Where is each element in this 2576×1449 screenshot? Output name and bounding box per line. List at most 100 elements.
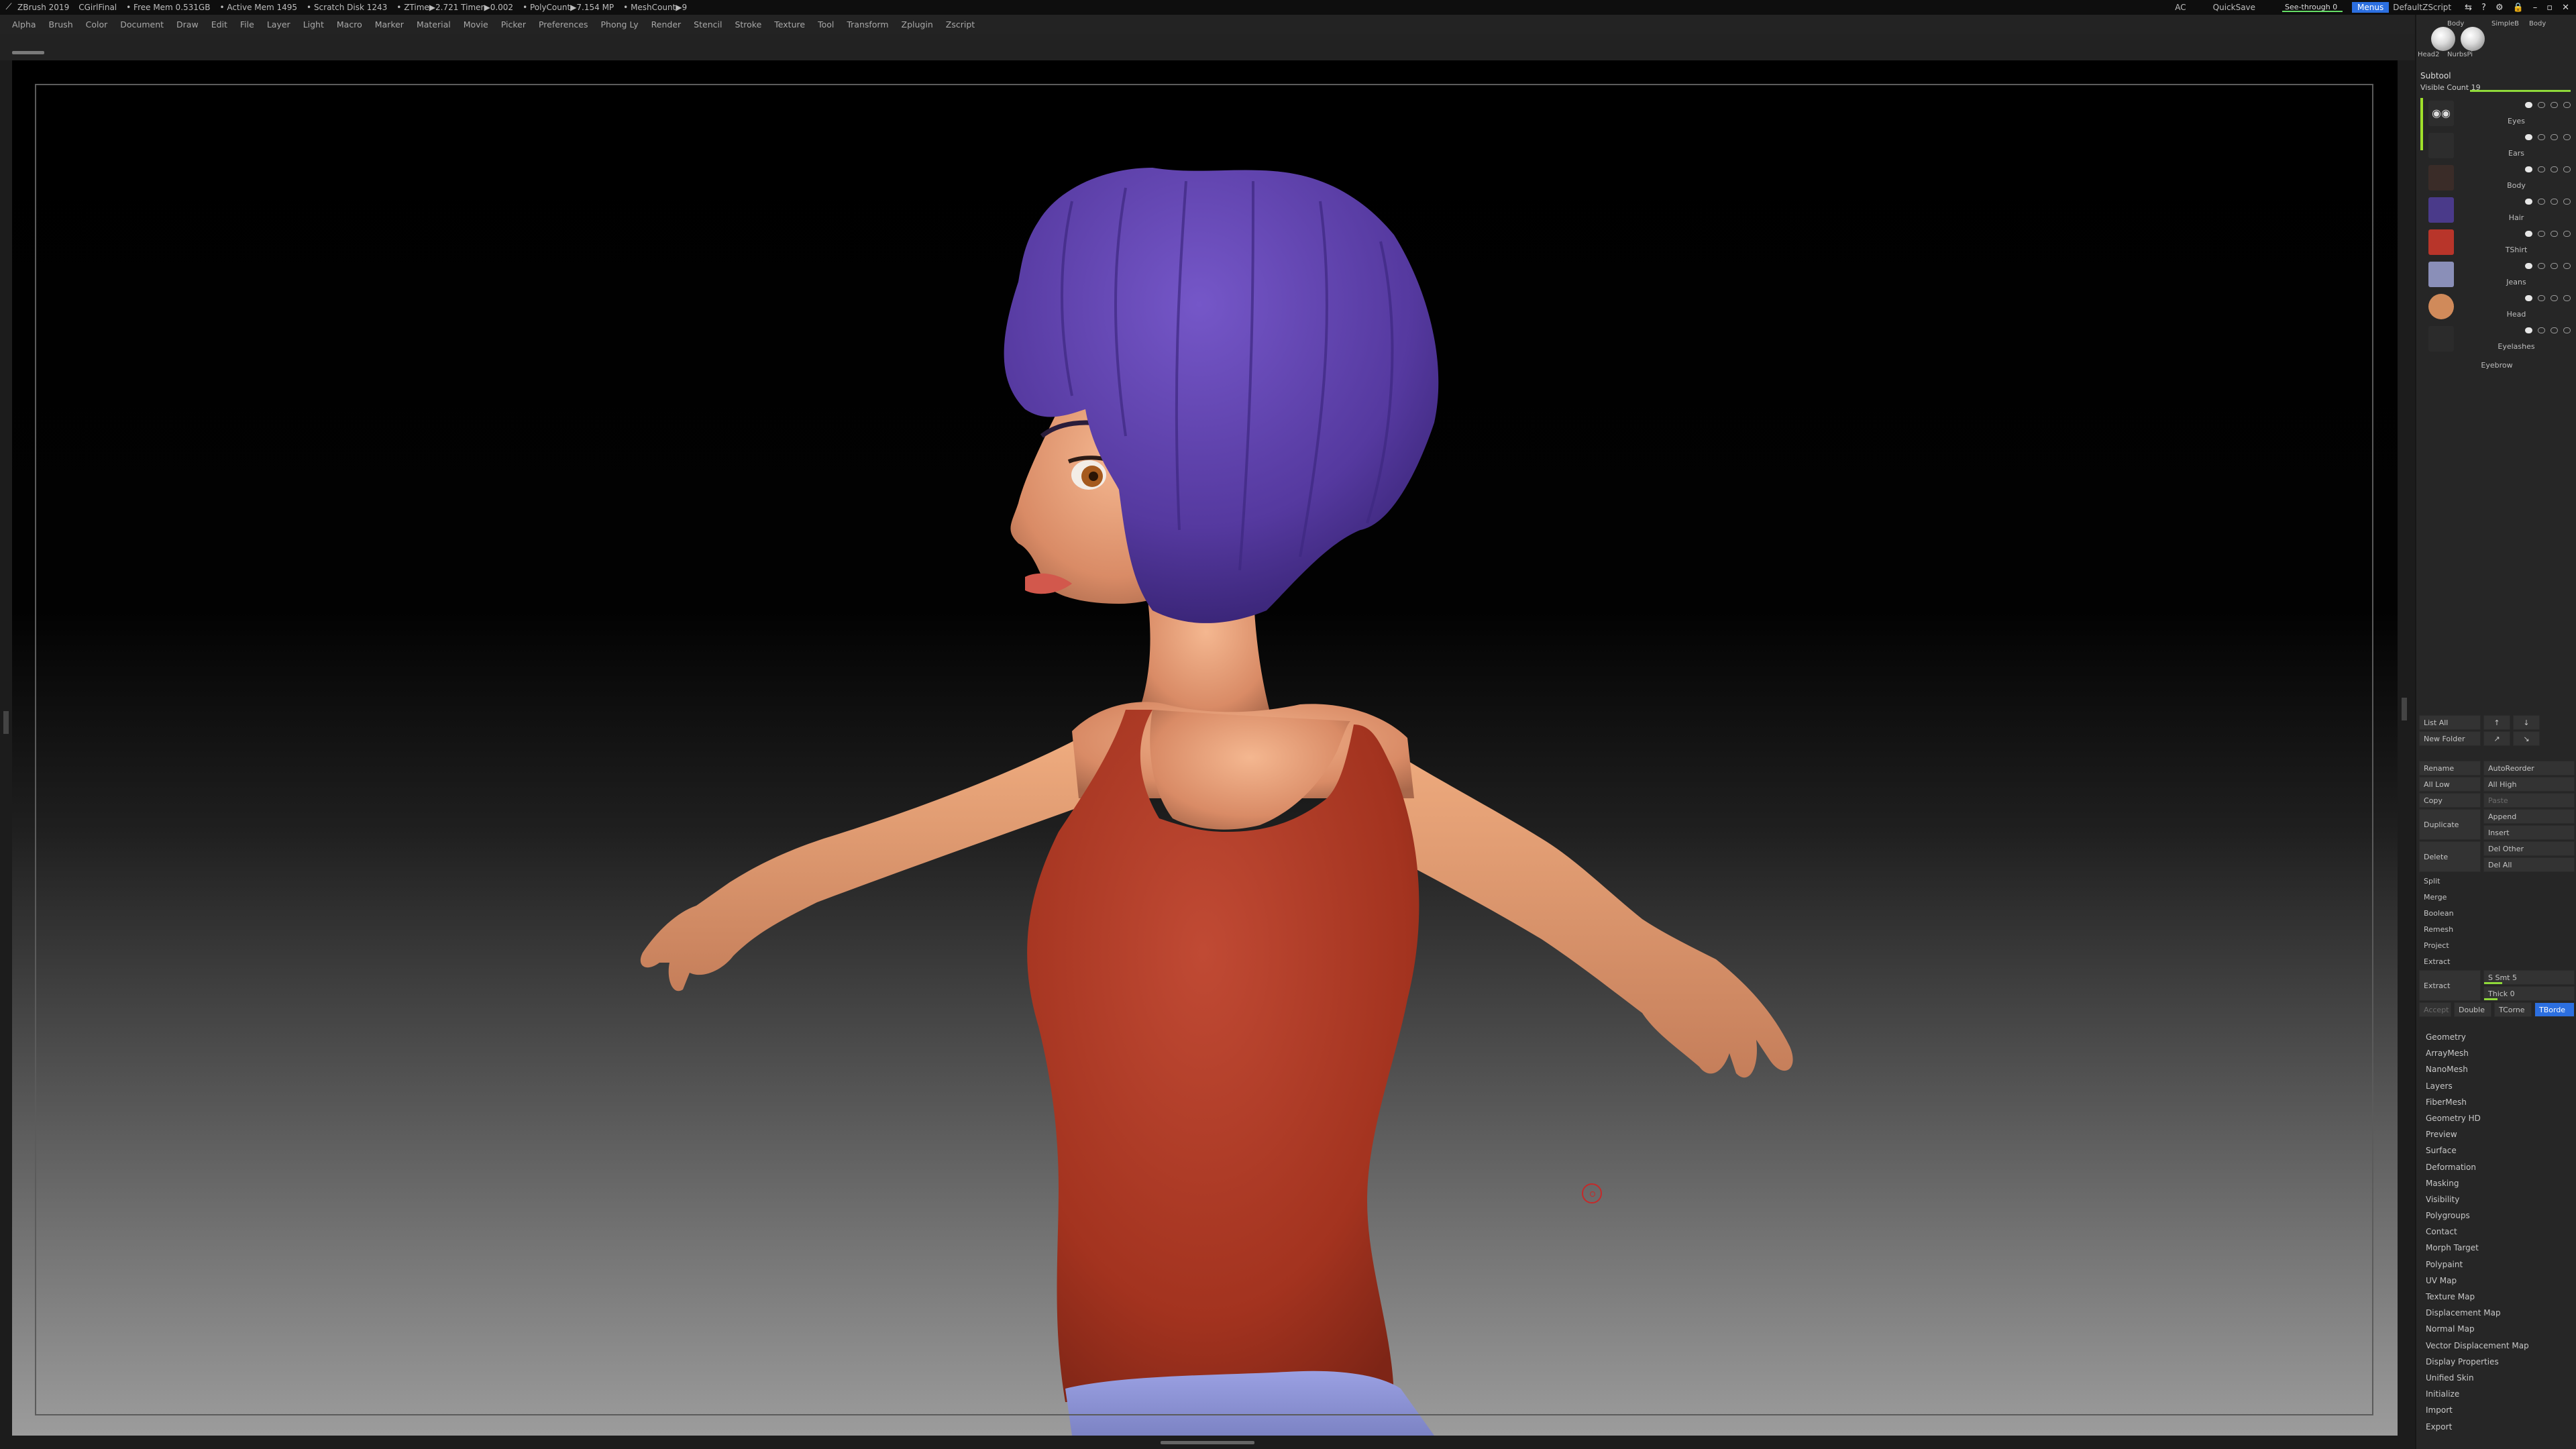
subpalette-uv-map[interactable]: UV Map xyxy=(2423,1273,2571,1289)
settings-icon[interactable]: ⚙ xyxy=(2496,3,2504,13)
boolean-section[interactable]: Boolean xyxy=(2419,906,2575,920)
menu-picker[interactable]: Picker xyxy=(501,19,526,30)
left-tray-toggle[interactable] xyxy=(3,711,9,734)
menu-macro[interactable]: Macro xyxy=(337,19,362,30)
menu-brush[interactable]: Brush xyxy=(49,19,73,30)
rename-button[interactable]: Rename xyxy=(2419,761,2481,775)
list-all-button[interactable]: List All xyxy=(2419,715,2481,730)
maximize-icon[interactable]: ▫ xyxy=(2546,3,2553,13)
subtool-toggles[interactable] xyxy=(2477,199,2571,207)
subtool-toggles[interactable] xyxy=(2477,231,2571,239)
subpalette-unified-skin[interactable]: Unified Skin xyxy=(2423,1370,2571,1386)
subpalette-texture-map[interactable]: Texture Map xyxy=(2423,1289,2571,1305)
menu-document[interactable]: Document xyxy=(120,19,164,30)
folder-down-button[interactable]: ↘ xyxy=(2513,731,2540,746)
subtool-toggles[interactable] xyxy=(2477,166,2571,174)
subpalette-arraymesh[interactable]: ArrayMesh xyxy=(2423,1045,2571,1061)
subtool-name[interactable]: Eyebrow xyxy=(2419,361,2575,370)
document-viewport[interactable] xyxy=(12,60,2398,1436)
subpalette-contact[interactable]: Contact xyxy=(2423,1224,2571,1240)
menu-texture[interactable]: Texture xyxy=(774,19,805,30)
folder-up-button[interactable]: ↗ xyxy=(2483,731,2510,746)
subtool-toggles[interactable] xyxy=(2477,263,2571,271)
tool-thumb-body[interactable] xyxy=(2431,27,2455,51)
subpalette-deformation[interactable]: Deformation xyxy=(2423,1159,2571,1175)
menu-stroke[interactable]: Stroke xyxy=(735,19,761,30)
subtool-toggles[interactable] xyxy=(2477,295,2571,303)
all-high-button[interactable]: All High xyxy=(2483,777,2575,792)
menu-layer[interactable]: Layer xyxy=(267,19,290,30)
move-down-button[interactable]: ↓ xyxy=(2513,715,2540,730)
remesh-section[interactable]: Remesh xyxy=(2419,922,2575,936)
extract-button[interactable]: Extract xyxy=(2419,970,2481,1001)
right-tray-toggle[interactable] xyxy=(2402,698,2407,720)
append-button[interactable]: Append xyxy=(2483,809,2575,824)
subpalette-displacement-map[interactable]: Displacement Map xyxy=(2423,1305,2571,1321)
subpalette-visibility[interactable]: Visibility xyxy=(2423,1191,2571,1208)
tcorne-button[interactable]: TCorne xyxy=(2494,1002,2532,1017)
menu-light[interactable]: Light xyxy=(303,19,324,30)
paste-button[interactable]: Paste xyxy=(2483,793,2575,808)
tborder-button[interactable]: TBorde xyxy=(2534,1002,2575,1017)
menu-render[interactable]: Render xyxy=(651,19,682,30)
close-icon[interactable]: ✕ xyxy=(2562,3,2569,13)
subpalette-geometry[interactable]: Geometry xyxy=(2423,1029,2571,1045)
subpalette-surface[interactable]: Surface xyxy=(2423,1142,2571,1159)
subpalette-normal-map[interactable]: Normal Map xyxy=(2423,1321,2571,1337)
subtool-item[interactable]: Body xyxy=(2419,162,2575,195)
shelf-handle[interactable] xyxy=(12,51,44,54)
subpalette-morph-target[interactable]: Morph Target xyxy=(2423,1240,2571,1256)
delete-button[interactable]: Delete xyxy=(2419,841,2481,872)
menu-preferences[interactable]: Preferences xyxy=(539,19,588,30)
bottom-shelf-handle[interactable] xyxy=(1161,1441,1254,1444)
subpalette-nanomesh[interactable]: NanoMesh xyxy=(2423,1061,2571,1077)
minimize-icon[interactable]: – xyxy=(2533,3,2538,13)
subtool-item[interactable]: Head xyxy=(2419,291,2575,323)
subtool-item[interactable]: Jeans xyxy=(2419,259,2575,291)
subpalette-geometry-hd[interactable]: Geometry HD xyxy=(2423,1110,2571,1126)
subtool-toggles[interactable] xyxy=(2477,327,2571,335)
subpalette-layers[interactable]: Layers xyxy=(2423,1078,2571,1094)
subpalette-export[interactable]: Export xyxy=(2423,1419,2571,1435)
subtool-item[interactable]: Ears xyxy=(2419,130,2575,162)
menu-alpha[interactable]: Alpha xyxy=(12,19,36,30)
subtool-item[interactable]: Hair xyxy=(2419,195,2575,227)
menu-color[interactable]: Color xyxy=(86,19,108,30)
merge-section[interactable]: Merge xyxy=(2419,890,2575,904)
subpalette-display-properties[interactable]: Display Properties xyxy=(2423,1354,2571,1370)
menu-zscript[interactable]: Zscript xyxy=(946,19,975,30)
visible-count-slider[interactable] xyxy=(2470,90,2571,92)
layout-icon[interactable]: ⇆ xyxy=(2465,3,2472,13)
see-through-slider[interactable]: See-through 0 xyxy=(2282,3,2343,12)
del-other-button[interactable]: Del Other xyxy=(2483,841,2575,856)
autoreorder-button[interactable]: AutoReorder xyxy=(2483,761,2575,775)
s-smt-slider[interactable]: S Smt 5 xyxy=(2483,970,2575,985)
thick-slider[interactable]: Thick 0 xyxy=(2483,986,2575,1001)
tool-thumb-nurbs[interactable] xyxy=(2461,27,2485,51)
insert-button[interactable]: Insert xyxy=(2483,825,2575,840)
subtool-toggles[interactable] xyxy=(2477,134,2571,142)
subpalette-vector-displacement-map[interactable]: Vector Displacement Map xyxy=(2423,1338,2571,1354)
lock-icon[interactable]: 🔒 xyxy=(2513,3,2524,13)
subtool-toggles[interactable] xyxy=(2477,102,2571,110)
menu-material[interactable]: Material xyxy=(417,19,451,30)
new-folder-button[interactable]: New Folder xyxy=(2419,731,2481,746)
menu-edit[interactable]: Edit xyxy=(211,19,227,30)
copy-button[interactable]: Copy xyxy=(2419,793,2481,808)
menu-marker[interactable]: Marker xyxy=(375,19,404,30)
menu-movie[interactable]: Movie xyxy=(464,19,488,30)
move-up-button[interactable]: ↑ xyxy=(2483,715,2510,730)
subpalette-initialize[interactable]: Initialize xyxy=(2423,1386,2571,1402)
subpalette-masking[interactable]: Masking xyxy=(2423,1175,2571,1191)
del-all-button[interactable]: Del All xyxy=(2483,857,2575,872)
subpalette-import[interactable]: Import xyxy=(2423,1402,2571,1418)
split-section[interactable]: Split xyxy=(2419,873,2575,888)
subpalette-polygroups[interactable]: Polygroups xyxy=(2423,1208,2571,1224)
all-low-button[interactable]: All Low xyxy=(2419,777,2481,792)
subpalette-preview[interactable]: Preview xyxy=(2423,1126,2571,1142)
menu-stencil[interactable]: Stencil xyxy=(694,19,722,30)
menus-button[interactable]: Menus xyxy=(2352,2,2390,13)
menu-file[interactable]: File xyxy=(240,19,254,30)
menu-phongly[interactable]: Phong Ly xyxy=(601,19,639,30)
subtool-item[interactable]: Eyelashes xyxy=(2419,323,2575,356)
